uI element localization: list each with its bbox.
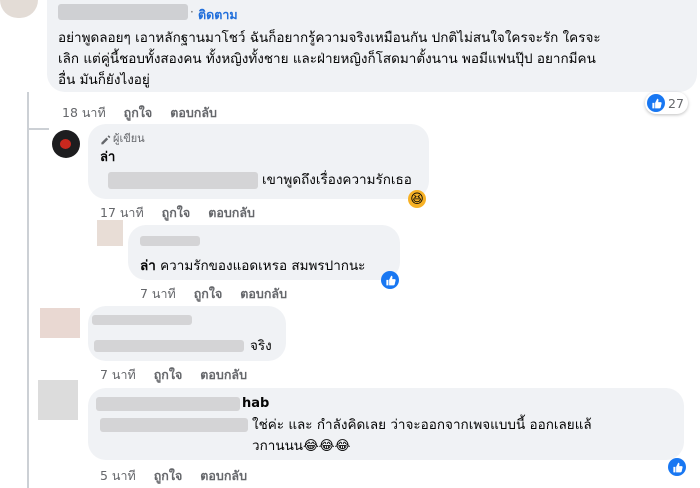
like-button[interactable]: ถูกใจ	[154, 468, 183, 483]
comment-text: ล่า ความรักของแอดเหรอ สมพรปากนะ	[140, 256, 365, 276]
comment-body: ความรักของแอดเหรอ สมพรปากนะ	[160, 258, 366, 274]
author-name-redacted[interactable]	[58, 4, 188, 20]
reply-button[interactable]: ตอบกลับ	[170, 105, 217, 120]
like-button[interactable]: ถูกใจ	[124, 105, 153, 120]
comment-text: เลิก แต่คู่นี้ชอบทั้งสองคน ทั้งหญิงทั้งช…	[58, 51, 596, 67]
avatar[interactable]	[0, 0, 38, 18]
mention-redacted[interactable]	[94, 340, 244, 352]
comment-meta: 17 นาที ถูกใจ ตอบกลับ	[100, 203, 269, 223]
comment-meta: 5 นาที ถูกใจ ตอบกลับ	[100, 466, 261, 486]
comment-meta: 18 นาที ถูกใจ ตอบกลับ	[62, 103, 231, 123]
reply-button[interactable]: ตอบกลับ	[200, 468, 247, 483]
reply-button[interactable]: ตอบกลับ	[200, 367, 247, 382]
timestamp[interactable]: 5 นาที	[100, 468, 136, 483]
comment-text: อื่น มันก็ยังไงอยู่	[58, 72, 150, 88]
reply-button[interactable]: ตอบกลับ	[208, 205, 255, 220]
avatar[interactable]	[52, 130, 80, 158]
comment-text: วกานนน😂😂😂	[252, 438, 351, 454]
mention-tag[interactable]: ล่า	[140, 258, 156, 274]
haha-icon[interactable]: 😆	[408, 190, 426, 208]
author-name-redacted[interactable]	[92, 315, 192, 325]
like-icon[interactable]	[668, 458, 686, 476]
like-button[interactable]: ถูกใจ	[154, 367, 183, 382]
comment-meta: 7 นาที ถูกใจ ตอบกลับ	[100, 365, 261, 385]
reaction-summary[interactable]: 27	[645, 92, 688, 114]
comment-text: ใช่ค่ะ และ กำลังคิดเลย ว่าจะออกจากเพจแบบ…	[252, 417, 592, 433]
author-name[interactable]: ล่า	[100, 148, 115, 168]
pencil-icon	[100, 130, 112, 145]
timestamp[interactable]: 17 นาที	[100, 205, 144, 220]
thread-connector	[27, 128, 49, 130]
like-icon	[647, 94, 665, 112]
reaction-count: 27	[668, 95, 684, 111]
like-button[interactable]: ถูกใจ	[162, 205, 191, 220]
follow-separator: ·	[190, 5, 194, 19]
avatar[interactable]	[40, 308, 80, 338]
mention-redacted[interactable]	[100, 418, 248, 432]
timestamp[interactable]: 7 นาที	[100, 367, 136, 382]
like-icon[interactable]	[381, 271, 399, 289]
reply-button[interactable]: ตอบกลับ	[240, 286, 287, 301]
avatar[interactable]	[38, 380, 78, 420]
author-name-redacted[interactable]	[96, 397, 240, 411]
timestamp[interactable]: 7 นาที	[140, 286, 176, 301]
thread-line	[27, 92, 29, 488]
timestamp[interactable]: 18 นาที	[62, 105, 106, 120]
comment-text: จริง	[250, 338, 272, 354]
comment-text: อย่าพูดลอยๆ เอาหลักฐานมาโชว์ ฉันก็อยากรู…	[58, 30, 601, 46]
author-name[interactable]: hab	[242, 394, 269, 414]
comment-text: เขาพูดถึงเรื่องความรักเธอ	[262, 172, 412, 188]
author-badge: ผู้เขียน	[113, 132, 145, 145]
author-name-redacted[interactable]	[140, 236, 200, 246]
comment-meta: 7 นาที ถูกใจ ตอบกลับ	[140, 284, 301, 304]
avatar[interactable]	[97, 220, 123, 246]
follow-button[interactable]: ติดตาม	[198, 5, 238, 25]
like-button[interactable]: ถูกใจ	[194, 286, 223, 301]
mention-redacted[interactable]	[108, 172, 258, 189]
